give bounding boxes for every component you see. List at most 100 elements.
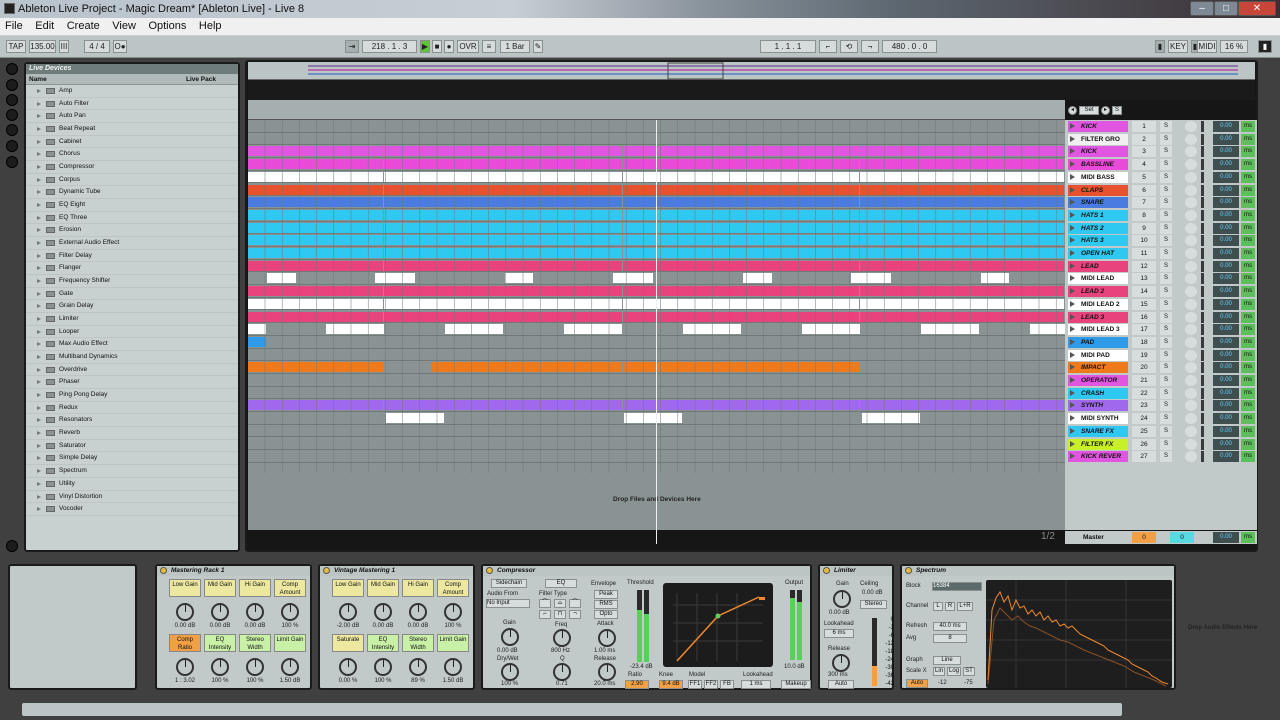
clip[interactable] xyxy=(384,400,622,411)
menu-view[interactable]: View xyxy=(107,18,141,32)
track-play-icon[interactable] xyxy=(1070,148,1075,155)
macro-label[interactable]: Limit Gain xyxy=(437,634,469,652)
track-volume[interactable]: 0.00 xyxy=(1213,209,1239,221)
track-volume[interactable]: 0.00 xyxy=(1213,197,1239,209)
clip[interactable] xyxy=(623,235,859,246)
solo-button[interactable]: S xyxy=(1160,209,1172,221)
track-ms-field[interactable]: ms xyxy=(1241,171,1255,183)
macro-label[interactable]: Comp Ratio xyxy=(169,634,201,652)
browser-item[interactable]: Amp xyxy=(26,85,238,98)
clip[interactable] xyxy=(384,235,622,246)
makeup-button[interactable]: Makeup xyxy=(781,680,811,689)
arm-button[interactable] xyxy=(1185,298,1197,310)
macro-knob[interactable] xyxy=(374,658,392,676)
solo-button[interactable]: S xyxy=(1160,197,1172,209)
arrangement-overview[interactable] xyxy=(248,62,1255,80)
filter-ls-button[interactable]: ⌐ xyxy=(539,610,551,619)
macro-knob[interactable] xyxy=(409,658,427,676)
track-ms-field[interactable]: ms xyxy=(1241,387,1255,399)
solo-button[interactable]: S xyxy=(1160,438,1172,450)
solo-button[interactable]: S xyxy=(1160,133,1172,145)
clip[interactable] xyxy=(860,171,1064,182)
expand-triangle-icon[interactable] xyxy=(37,266,41,271)
track-play-icon[interactable] xyxy=(1070,313,1075,320)
track-name[interactable]: OPEN HAT xyxy=(1068,248,1128,259)
output-meter[interactable] xyxy=(790,590,795,660)
solo-button[interactable]: S xyxy=(1160,146,1172,158)
track-number[interactable]: 19 xyxy=(1132,349,1156,361)
track-ms-field[interactable]: ms xyxy=(1241,286,1255,298)
clip[interactable] xyxy=(860,184,1064,195)
expand-triangle-icon[interactable] xyxy=(37,355,41,360)
clip[interactable] xyxy=(248,336,266,347)
track-ms-field[interactable]: ms xyxy=(1241,413,1255,425)
clip[interactable] xyxy=(860,209,1064,220)
track-play-icon[interactable] xyxy=(1070,250,1075,256)
track-number[interactable]: 10 xyxy=(1132,235,1156,247)
browser-item[interactable]: Vocoder xyxy=(26,503,238,516)
browser-item[interactable]: Grain Delay xyxy=(26,300,238,314)
clip[interactable] xyxy=(623,209,859,220)
track-ms-field[interactable]: ms xyxy=(1241,235,1255,247)
key-map-icon[interactable]: ▮ xyxy=(1155,40,1165,53)
track-number[interactable]: 26 xyxy=(1132,438,1156,450)
browser-item[interactable]: Reverb xyxy=(26,427,238,440)
browser-item[interactable]: Multiband Dynamics xyxy=(26,351,238,364)
macro-label[interactable]: EQ Intensity xyxy=(367,634,399,652)
macro-label[interactable]: Comp Amount xyxy=(437,579,469,597)
track-name[interactable]: FILTER FX xyxy=(1068,438,1128,450)
track-name[interactable]: HATS 3 xyxy=(1068,235,1128,247)
play-icon[interactable] xyxy=(6,63,18,75)
track-name[interactable]: KICK REVER xyxy=(1068,451,1128,463)
expand-triangle-icon[interactable] xyxy=(37,190,41,195)
clip[interactable] xyxy=(384,298,622,309)
solo-button[interactable]: S xyxy=(1160,159,1172,171)
solo-button[interactable]: S xyxy=(1160,311,1172,323)
expand-triangle-icon[interactable] xyxy=(37,405,41,410)
track-ms-field[interactable]: ms xyxy=(1241,425,1255,437)
clip[interactable] xyxy=(375,273,415,284)
arm-button[interactable] xyxy=(1185,235,1197,247)
track-volume[interactable]: 0.00 xyxy=(1213,349,1239,361)
arm-button[interactable] xyxy=(1185,159,1197,171)
browser-item[interactable]: Spectrum xyxy=(26,465,238,478)
expand-triangle-icon[interactable] xyxy=(37,481,41,486)
track-number[interactable]: 15 xyxy=(1132,298,1156,310)
track-number[interactable]: 22 xyxy=(1132,387,1156,399)
clip[interactable] xyxy=(1030,324,1065,335)
track-play-icon[interactable] xyxy=(1070,237,1075,244)
overdub-button[interactable]: OVR xyxy=(457,40,479,53)
punch-in-button[interactable]: ⌐ xyxy=(819,40,837,53)
solo-button[interactable]: S xyxy=(1160,273,1172,285)
solo-button[interactable]: S xyxy=(1160,235,1172,247)
arm-button[interactable] xyxy=(1185,184,1197,196)
clip[interactable] xyxy=(860,298,1064,309)
track-name[interactable]: OPERATOR xyxy=(1068,375,1128,386)
macro-knob[interactable] xyxy=(246,658,264,676)
macro-label[interactable]: Mid Gain xyxy=(204,579,236,597)
track-volume[interactable]: 0.00 xyxy=(1213,451,1239,463)
clip[interactable] xyxy=(248,286,383,297)
file-browser-3-icon[interactable] xyxy=(6,140,18,152)
column-name[interactable]: Name xyxy=(29,74,47,85)
arm-button[interactable] xyxy=(1185,387,1197,399)
track-play-icon[interactable] xyxy=(1070,389,1075,396)
clip[interactable] xyxy=(743,273,772,284)
arm-button[interactable] xyxy=(1185,171,1197,183)
arm-button[interactable] xyxy=(1185,121,1197,132)
clip[interactable] xyxy=(860,400,1064,411)
clip[interactable] xyxy=(248,209,383,220)
track-play-icon[interactable] xyxy=(1070,440,1075,447)
solo-button[interactable]: S xyxy=(1160,362,1172,374)
filter-hs-button[interactable]: ¬ xyxy=(569,610,581,619)
clip[interactable] xyxy=(860,235,1064,246)
clip[interactable] xyxy=(384,248,622,258)
clip[interactable] xyxy=(248,260,383,271)
track-name[interactable]: MIDI BASS xyxy=(1068,171,1128,183)
menu-edit[interactable]: Edit xyxy=(30,18,59,32)
clip[interactable] xyxy=(248,197,383,208)
midi-map-button[interactable]: MIDI xyxy=(1197,40,1217,53)
solo-button[interactable]: S xyxy=(1160,121,1172,132)
track-play-icon[interactable] xyxy=(1070,135,1075,142)
clip[interactable] xyxy=(384,159,622,170)
